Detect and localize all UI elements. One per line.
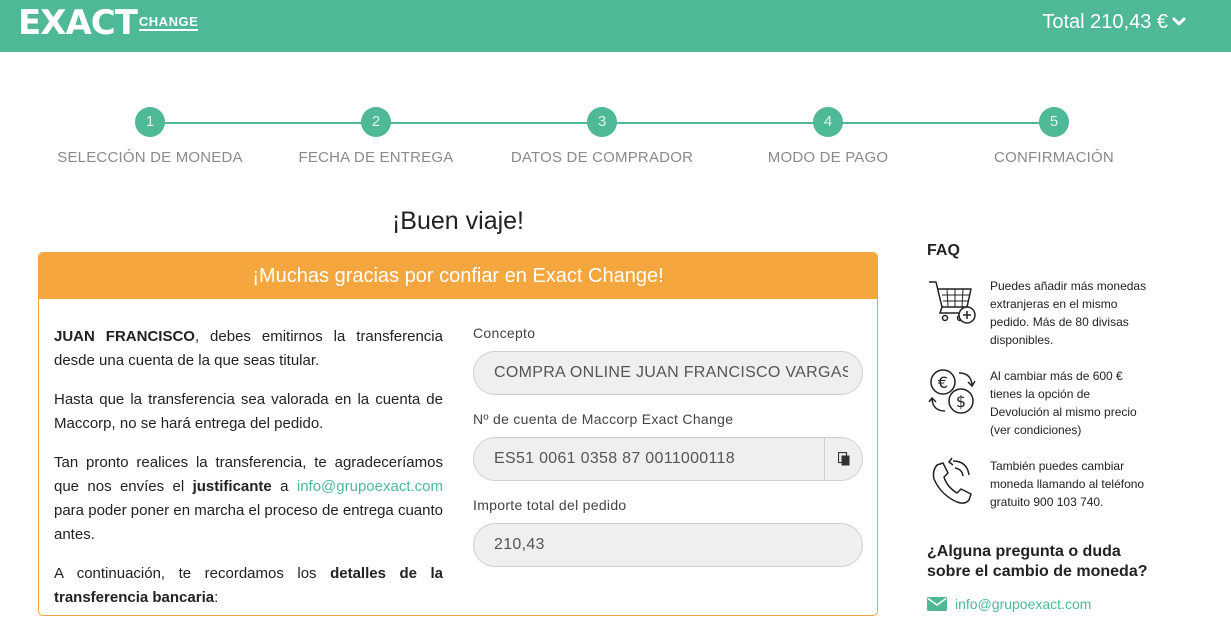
- confirmation-card: ¡Muchas gracias por confiar en Exact Cha…: [38, 252, 878, 616]
- page-title: ¡Buen viaje!: [391, 207, 525, 235]
- instruction-paragraph: Hasta que la transferencia sea valorada …: [54, 391, 443, 432]
- customer-name: JUAN FRANCISCO: [54, 328, 195, 345]
- instruction-text: a: [271, 478, 297, 495]
- mail-icon: [927, 597, 947, 611]
- phone-icon: [932, 457, 972, 504]
- logo[interactable]: EXACT CHANGE: [18, 3, 199, 43]
- contact-email: info@grupoexact.com: [955, 596, 1092, 612]
- chevron-down-icon: [1172, 16, 1186, 28]
- copy-icon: [837, 452, 849, 466]
- faq-item: También puedes cambiar moneda llamando a…: [927, 457, 1177, 532]
- amount-label: Importe total del pedido: [473, 497, 627, 513]
- step-label: DATOS DE COMPRADOR: [510, 149, 694, 166]
- faq-text: Puedes añadir más monedas extranjeras en…: [990, 279, 1147, 347]
- instruction-paragraph: JUAN FRANCISCO, debes emitirnos la trans…: [54, 325, 443, 373]
- concept-field-wrapper: [473, 351, 863, 395]
- cart-total-label: Total 210,43 €: [1042, 11, 1168, 33]
- faq-item: Puedes añadir más monedas extranjeras en…: [927, 277, 1177, 352]
- logo-sub: CHANGE: [138, 14, 199, 31]
- concept-field[interactable]: [474, 352, 862, 394]
- amount-field-wrapper: [473, 523, 863, 567]
- card-title: ¡Muchas gracias por confiar en Exact Cha…: [39, 253, 877, 299]
- concept-label: Concepto: [473, 325, 536, 341]
- step-label: CONFIRMACIÓN: [994, 149, 1114, 166]
- faq-title: FAQ: [927, 242, 960, 259]
- faq-sidebar: FAQ Puedes añadir más monedas extranjera…: [927, 240, 1177, 612]
- account-field-wrapper: [473, 437, 863, 481]
- contact-email-link[interactable]: info@grupoexact.com: [927, 596, 1177, 612]
- step-3: 3 DATOS DE COMPRADOR: [502, 106, 702, 166]
- account-number-field[interactable]: [474, 438, 862, 480]
- faq-text: También puedes cambiar moneda llamando a…: [990, 459, 1145, 509]
- cart-add-icon: [929, 281, 976, 324]
- question-heading: ¿Alguna pregunta o duda sobre el cambio …: [927, 543, 1148, 580]
- step-2: 2 FECHA DE ENTREGA: [276, 106, 476, 166]
- faq-item: € $ Al cambiar más de 600 € tienes la op…: [927, 367, 1177, 442]
- copy-button[interactable]: [824, 438, 862, 480]
- instruction-text: A continuación, te recordamos los: [54, 565, 331, 582]
- step-number: 3: [587, 107, 617, 137]
- svg-text:$: $: [956, 392, 966, 411]
- instruction-text: para poder poner en marcha el proceso de…: [54, 502, 443, 543]
- amount-field[interactable]: [474, 524, 862, 566]
- step-1: 1 SELECCIÓN DE MONEDA: [50, 106, 250, 166]
- account-label: Nº de cuenta de Maccorp Exact Change: [473, 411, 734, 427]
- step-number: 2: [361, 107, 391, 137]
- checkout-steps: 1 SELECCIÓN DE MONEDA 2 FECHA DE ENTREGA…: [0, 106, 1231, 176]
- email-link[interactable]: info@grupoexact.com: [297, 478, 443, 495]
- step-label: MODO DE PAGO: [767, 149, 889, 166]
- instruction-paragraph: Tan pronto realices la transferencia, te…: [54, 451, 443, 547]
- instructions-text: JUAN FRANCISCO, debes emitirnos la trans…: [54, 325, 443, 615]
- instruction-text: :: [214, 589, 219, 606]
- faq-text: Al cambiar más de 600 € tienes la opción…: [990, 369, 1137, 437]
- transfer-details: Concepto Nº de cuenta de Maccorp Exact C…: [473, 323, 863, 581]
- currency-exchange-icon: € $: [928, 369, 976, 414]
- step-number: 1: [135, 107, 165, 137]
- step-number: 5: [1039, 107, 1069, 137]
- svg-text:€: €: [938, 373, 948, 392]
- cart-total-dropdown[interactable]: Total 210,43 €: [1042, 10, 1186, 34]
- step-label: FECHA DE ENTREGA: [298, 149, 454, 166]
- top-bar: EXACT CHANGE Total 210,43 €: [0, 0, 1231, 52]
- step-number: 4: [813, 107, 843, 137]
- logo-brand: EXACT: [18, 3, 138, 43]
- step-4: 4 MODO DE PAGO: [728, 106, 928, 166]
- instruction-paragraph: A continuación, te recordamos los detall…: [54, 562, 443, 610]
- step-5: 5 CONFIRMACIÓN: [954, 106, 1154, 166]
- step-label: SELECCIÓN DE MONEDA: [57, 149, 243, 166]
- instruction-bold: justificante: [192, 478, 272, 495]
